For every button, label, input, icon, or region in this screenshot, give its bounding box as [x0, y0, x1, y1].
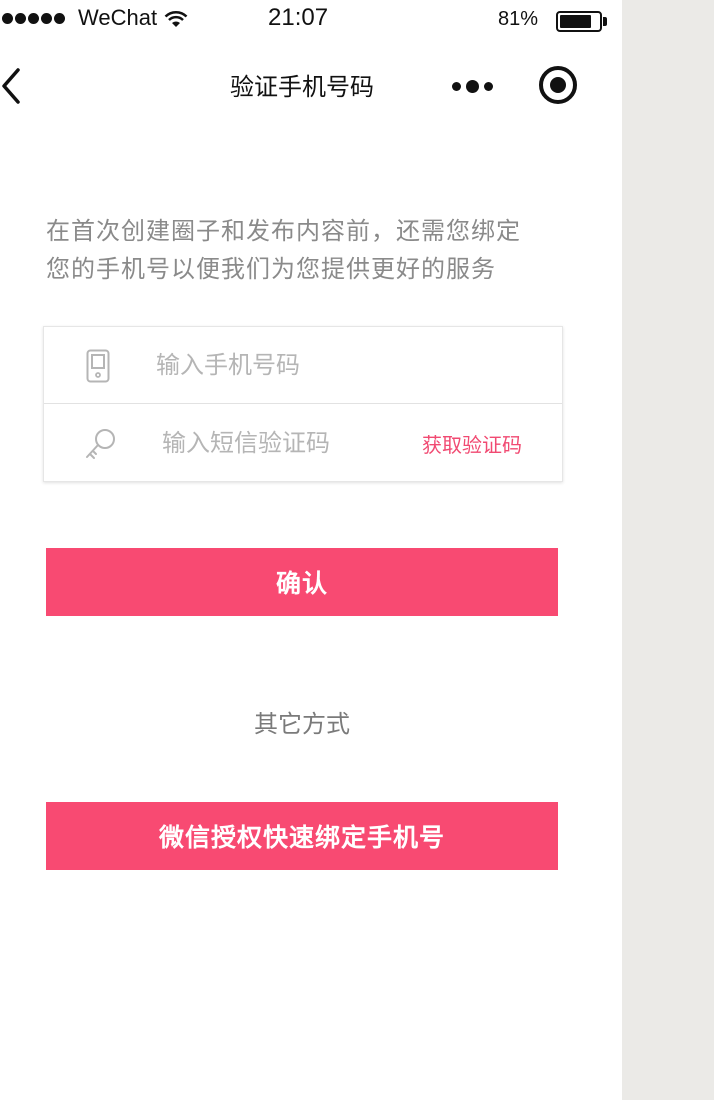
phone-screen: WeChat 21:07 81% 验证手机号码 在首次创建圈子和发布内容前，还需…	[0, 0, 622, 1100]
battery-icon	[556, 11, 602, 32]
phone-icon	[86, 349, 110, 387]
confirm-button[interactable]: 确认	[46, 548, 558, 616]
verification-form: 获取验证码	[43, 326, 563, 482]
status-time: 21:07	[268, 4, 329, 31]
close-circle-icon[interactable]	[539, 66, 577, 104]
page-title: 验证手机号码	[230, 73, 374, 101]
side-background	[622, 0, 714, 1100]
sms-code-input[interactable]	[162, 425, 412, 461]
intro-text: 在首次创建圈子和发布内容前，还需您绑定 您的手机号以便我们为您提供更好的服务	[46, 212, 566, 288]
wechat-bind-button[interactable]: 微信授权快速绑定手机号	[46, 802, 558, 870]
status-bar: WeChat 21:07 81%	[0, 0, 622, 40]
wifi-icon	[164, 9, 188, 33]
key-icon	[84, 427, 118, 465]
intro-line-2: 您的手机号以便我们为您提供更好的服务	[46, 255, 496, 283]
code-row: 获取验证码	[44, 405, 562, 482]
phone-row	[44, 327, 562, 404]
signal-dots-icon	[2, 13, 65, 24]
nav-bar: 验证手机号码	[0, 52, 622, 114]
intro-line-1: 在首次创建圈子和发布内容前，还需您绑定	[46, 217, 521, 245]
battery-tip	[603, 17, 607, 26]
phone-number-input[interactable]	[156, 347, 516, 383]
battery-percent: 81%	[498, 8, 539, 30]
other-methods-label: 其它方式	[254, 710, 350, 738]
more-dots-icon[interactable]	[448, 72, 496, 100]
carrier-name: WeChat	[78, 5, 158, 30]
get-code-button[interactable]: 获取验证码	[422, 429, 522, 458]
